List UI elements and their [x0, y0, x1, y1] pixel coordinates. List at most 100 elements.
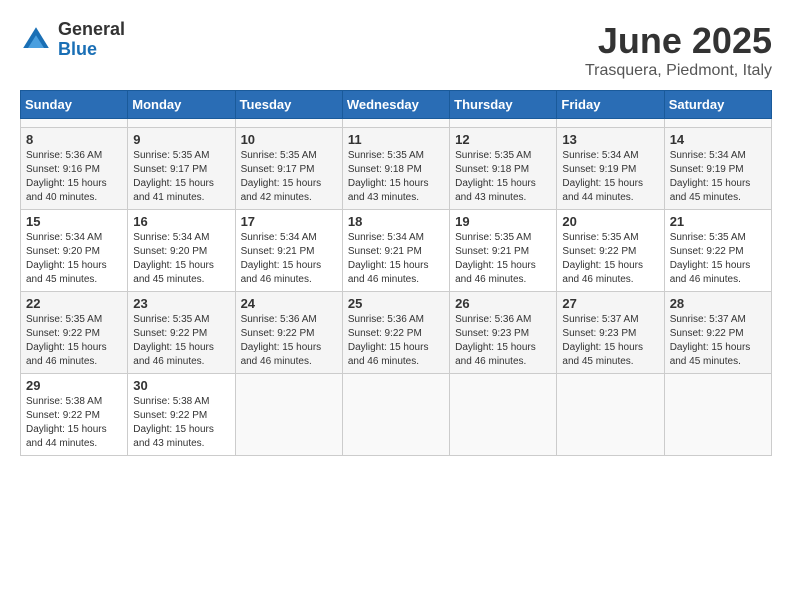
calendar-day-cell [557, 119, 664, 128]
calendar-day-cell: 16 Sunrise: 5:34 AMSunset: 9:20 PMDayligh… [128, 210, 235, 292]
day-number: 13 [562, 132, 658, 147]
calendar-day-cell: 30Sunrise: 5:38 AMSunset: 9:22 PMDayligh… [128, 374, 235, 456]
calendar-day-cell [450, 374, 557, 456]
calendar-day-cell: 18 Sunrise: 5:34 AMSunset: 9:21 PMDayligh… [342, 210, 449, 292]
day-number: 16 [133, 214, 229, 229]
calendar-table: SundayMondayTuesdayWednesdayThursdayFrid… [20, 90, 772, 456]
day-number: 25 [348, 296, 444, 311]
calendar-day-cell [235, 119, 342, 128]
day-number: 22 [26, 296, 122, 311]
calendar-day-cell: 14 Sunrise: 5:34 AMSunset: 9:19 PMDayligh… [664, 128, 771, 210]
calendar-day-cell: 13 Sunrise: 5:34 AMSunset: 9:19 PMDayligh… [557, 128, 664, 210]
logo-icon [20, 24, 52, 56]
calendar-header-row: SundayMondayTuesdayWednesdayThursdayFrid… [21, 91, 772, 119]
calendar-day-cell [342, 119, 449, 128]
calendar-day-cell: 9 Sunrise: 5:35 AMSunset: 9:17 PMDaylight… [128, 128, 235, 210]
day-info: Sunrise: 5:35 AMSunset: 9:22 PMDaylight:… [562, 231, 658, 287]
day-number: 19 [455, 214, 551, 229]
day-info: Sunrise: 5:36 AMSunset: 9:22 PMDaylight:… [348, 313, 444, 369]
day-number: 12 [455, 132, 551, 147]
month-title: June 2025 [585, 20, 772, 62]
day-info: Sunrise: 5:35 AMSunset: 9:18 PMDaylight:… [348, 149, 444, 205]
calendar-day-cell [235, 374, 342, 456]
day-info: Sunrise: 5:37 AMSunset: 9:23 PMDaylight:… [562, 313, 658, 369]
day-number: 26 [455, 296, 551, 311]
day-info: Sunrise: 5:34 AMSunset: 9:21 PMDaylight:… [241, 231, 337, 287]
day-number: 24 [241, 296, 337, 311]
day-info: Sunrise: 5:35 AMSunset: 9:22 PMDaylight:… [670, 231, 766, 287]
calendar-col-header: Friday [557, 91, 664, 119]
day-number: 27 [562, 296, 658, 311]
title-area: June 2025 Trasquera, Piedmont, Italy [585, 20, 772, 80]
calendar-col-header: Wednesday [342, 91, 449, 119]
calendar-day-cell: 29 Sunrise: 5:38 AMSunset: 9:22 PMDayligh… [21, 374, 128, 456]
calendar-week-row: 8 Sunrise: 5:36 AMSunset: 9:16 PMDaylight… [21, 128, 772, 210]
calendar-day-cell [128, 119, 235, 128]
calendar-day-cell: 25 Sunrise: 5:36 AMSunset: 9:22 PMDayligh… [342, 292, 449, 374]
calendar-day-cell: 23 Sunrise: 5:35 AMSunset: 9:22 PMDayligh… [128, 292, 235, 374]
day-number: 21 [670, 214, 766, 229]
day-number: 10 [241, 132, 337, 147]
calendar-day-cell [450, 119, 557, 128]
day-info: Sunrise: 5:34 AMSunset: 9:20 PMDaylight:… [26, 231, 122, 287]
calendar-col-header: Tuesday [235, 91, 342, 119]
day-info: Sunrise: 5:35 AMSunset: 9:17 PMDaylight:… [241, 149, 337, 205]
day-number: 17 [241, 214, 337, 229]
calendar-day-cell: 21 Sunrise: 5:35 AMSunset: 9:22 PMDayligh… [664, 210, 771, 292]
calendar-col-header: Monday [128, 91, 235, 119]
calendar-day-cell: 17 Sunrise: 5:34 AMSunset: 9:21 PMDayligh… [235, 210, 342, 292]
day-info: Sunrise: 5:35 AMSunset: 9:18 PMDaylight:… [455, 149, 551, 205]
calendar-col-header: Thursday [450, 91, 557, 119]
calendar-week-row: 29 Sunrise: 5:38 AMSunset: 9:22 PMDayligh… [21, 374, 772, 456]
calendar-day-cell: 22 Sunrise: 5:35 AMSunset: 9:22 PMDayligh… [21, 292, 128, 374]
day-info: Sunrise: 5:35 AMSunset: 9:17 PMDaylight:… [133, 149, 229, 205]
page-header: General Blue June 2025 Trasquera, Piedmo… [20, 20, 772, 80]
day-number: 15 [26, 214, 122, 229]
day-info: Sunrise: 5:35 AMSunset: 9:21 PMDaylight:… [455, 231, 551, 287]
day-number: 9 [133, 132, 229, 147]
calendar-day-cell: 12 Sunrise: 5:35 AMSunset: 9:18 PMDayligh… [450, 128, 557, 210]
day-number: 18 [348, 214, 444, 229]
calendar-week-row [21, 119, 772, 128]
day-info: Sunrise: 5:35 AMSunset: 9:22 PMDaylight:… [26, 313, 122, 369]
day-info: Sunrise: 5:34 AMSunset: 9:20 PMDaylight:… [133, 231, 229, 287]
calendar-day-cell: 26 Sunrise: 5:36 AMSunset: 9:23 PMDayligh… [450, 292, 557, 374]
day-info: Sunrise: 5:36 AMSunset: 9:23 PMDaylight:… [455, 313, 551, 369]
calendar-day-cell: 20 Sunrise: 5:35 AMSunset: 9:22 PMDayligh… [557, 210, 664, 292]
calendar-day-cell: 8 Sunrise: 5:36 AMSunset: 9:16 PMDaylight… [21, 128, 128, 210]
day-info: Sunrise: 5:37 AMSunset: 9:22 PMDaylight:… [670, 313, 766, 369]
day-number: 29 [26, 378, 122, 393]
calendar-day-cell [664, 374, 771, 456]
calendar-week-row: 22 Sunrise: 5:35 AMSunset: 9:22 PMDayligh… [21, 292, 772, 374]
calendar-day-cell: 24 Sunrise: 5:36 AMSunset: 9:22 PMDayligh… [235, 292, 342, 374]
day-info: Sunrise: 5:36 AMSunset: 9:22 PMDaylight:… [241, 313, 337, 369]
calendar-day-cell: 15 Sunrise: 5:34 AMSunset: 9:20 PMDayligh… [21, 210, 128, 292]
calendar-day-cell [342, 374, 449, 456]
logo-general: General [58, 20, 125, 40]
logo-text: General Blue [58, 20, 125, 60]
location-title: Trasquera, Piedmont, Italy [585, 62, 772, 80]
logo-blue: Blue [58, 40, 125, 60]
calendar-body: 8 Sunrise: 5:36 AMSunset: 9:16 PMDaylight… [21, 119, 772, 456]
day-info: Sunrise: 5:34 AMSunset: 9:19 PMDaylight:… [562, 149, 658, 205]
calendar-week-row: 15 Sunrise: 5:34 AMSunset: 9:20 PMDayligh… [21, 210, 772, 292]
logo: General Blue [20, 20, 125, 60]
day-number: 28 [670, 296, 766, 311]
calendar-day-cell [21, 119, 128, 128]
day-info: Sunrise: 5:38 AMSunset: 9:22 PMDaylight:… [26, 395, 122, 451]
day-info: Sunrise: 5:34 AMSunset: 9:19 PMDaylight:… [670, 149, 766, 205]
calendar-day-cell: 28 Sunrise: 5:37 AMSunset: 9:22 PMDayligh… [664, 292, 771, 374]
day-info: Sunrise: 5:36 AMSunset: 9:16 PMDaylight:… [26, 149, 122, 205]
calendar-col-header: Sunday [21, 91, 128, 119]
day-info: Sunrise: 5:34 AMSunset: 9:21 PMDaylight:… [348, 231, 444, 287]
calendar-day-cell: 27 Sunrise: 5:37 AMSunset: 9:23 PMDayligh… [557, 292, 664, 374]
calendar-day-cell: 11 Sunrise: 5:35 AMSunset: 9:18 PMDayligh… [342, 128, 449, 210]
calendar-day-cell [664, 119, 771, 128]
day-number: 14 [670, 132, 766, 147]
day-number: 11 [348, 132, 444, 147]
calendar-col-header: Saturday [664, 91, 771, 119]
day-number: 20 [562, 214, 658, 229]
day-number: 23 [133, 296, 229, 311]
day-number: 8 [26, 132, 122, 147]
day-info: Sunrise: 5:35 AMSunset: 9:22 PMDaylight:… [133, 313, 229, 369]
